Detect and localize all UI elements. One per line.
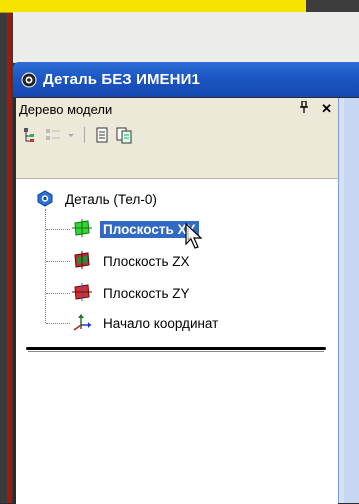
plane-green-icon (72, 218, 92, 240)
tree-item-origin[interactable]: Начало координат (72, 313, 221, 333)
viewport-edge-inner (344, 98, 359, 503)
panel-header: Дерево модели ✕ (16, 98, 338, 120)
tree-item-label: Начало координат (103, 315, 219, 331)
tree-item-label: Плоскость ZX (103, 253, 190, 269)
top-dark-corner (306, 0, 359, 12)
document-icon[interactable] (93, 126, 111, 144)
pin-icon[interactable] (299, 100, 309, 117)
tree-connector (46, 229, 70, 230)
plane-red-icon (72, 282, 92, 304)
tree-item-plane-xy[interactable]: Плоскость XY (72, 218, 199, 240)
panel-title: Дерево модели (19, 101, 113, 117)
tree-root-label: Деталь (Тел-0) (65, 191, 157, 207)
copy-document-icon[interactable] (115, 126, 133, 144)
panel-toolbar (16, 120, 338, 150)
drag-insertion-line (26, 347, 326, 350)
model-tree-panel: Дерево модели ✕ Деталь (Тел-0) Плоскость… (16, 98, 338, 504)
toolbar-area (13, 12, 359, 63)
tree-connector-vertical (45, 209, 46, 323)
toolbar-separator (84, 127, 85, 143)
tree-connector (46, 293, 70, 294)
tree-connector (46, 323, 70, 324)
window-title-bar[interactable]: Деталь БЕЗ ИМЕНИ1 (13, 62, 359, 97)
tree-connector (46, 261, 70, 262)
tree-root[interactable]: Деталь (Тел-0) (36, 189, 160, 209)
origin-axes-icon (72, 313, 92, 334)
left-frame (0, 0, 13, 503)
tree-structure-icon[interactable] (22, 126, 40, 144)
dropdown-icon[interactable] (66, 126, 76, 144)
left-red-border (7, 0, 11, 503)
plane-red-green-icon (72, 250, 92, 272)
window-title: Деталь БЕЗ ИМЕНИ1 (43, 71, 200, 88)
close-icon[interactable]: ✕ (321, 101, 332, 117)
detail-root-icon (36, 189, 54, 210)
tree-item-label: Плоскость ZY (103, 285, 190, 301)
filter-icon[interactable] (44, 126, 62, 144)
mouse-cursor-icon (184, 222, 208, 252)
model-tree: Деталь (Тел-0) Плоскость XY Плоскость ZX (16, 178, 338, 504)
drag-insertion-shadow (28, 351, 324, 352)
tree-item-plane-zy[interactable]: Плоскость ZY (72, 282, 193, 304)
detail-icon (21, 72, 37, 88)
tree-item-plane-zx[interactable]: Плоскость ZX (72, 250, 193, 272)
viewport-edge (338, 98, 359, 503)
